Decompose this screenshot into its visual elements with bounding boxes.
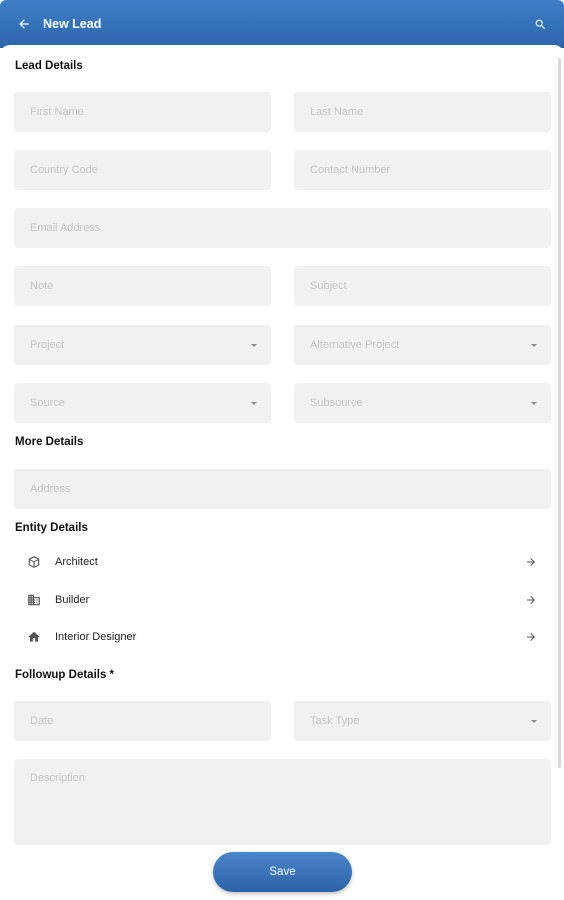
last-name-field[interactable]: Last Name xyxy=(294,92,551,132)
scrollbar[interactable] xyxy=(558,58,561,768)
source-placeholder: Source xyxy=(30,397,65,409)
chevron-down-icon xyxy=(251,402,257,405)
address-field[interactable]: Address xyxy=(14,469,551,509)
source-select[interactable]: Source xyxy=(14,383,271,423)
chevron-down-icon xyxy=(251,344,257,347)
task-type-select[interactable]: Task Type xyxy=(294,701,551,741)
description-field[interactable]: Description xyxy=(14,759,551,845)
entity-details-title: Entity Details xyxy=(15,522,88,534)
arrow-right-icon xyxy=(523,629,539,645)
date-field[interactable]: Date xyxy=(14,701,271,741)
followup-details-title: Followup Details * xyxy=(15,669,115,681)
search-icon xyxy=(535,19,545,29)
email-field[interactable]: Email Address xyxy=(14,208,551,248)
app-bar: New Lead xyxy=(0,0,564,48)
more-details-title: More Details xyxy=(15,436,84,448)
note-placeholder: Note xyxy=(30,280,54,292)
entity-row-architect[interactable]: Architect xyxy=(14,547,551,577)
project-select[interactable]: Project xyxy=(14,325,271,365)
save-button[interactable]: Save xyxy=(213,852,352,892)
back-button[interactable] xyxy=(14,14,34,34)
description-placeholder: Description xyxy=(30,772,86,784)
chevron-down-icon xyxy=(531,344,537,347)
last-name-placeholder: Last Name xyxy=(310,106,364,118)
task-type-placeholder: Task Type xyxy=(310,715,360,727)
subsource-placeholder: Subsource xyxy=(310,397,363,409)
date-placeholder: Date xyxy=(30,715,54,727)
alternative-project-placeholder: Alternative Project xyxy=(310,339,400,351)
email-placeholder: Email Address xyxy=(30,222,101,234)
contact-number-placeholder: Contact Number xyxy=(310,164,391,176)
arrow-right-icon xyxy=(523,554,539,570)
cube-icon xyxy=(26,554,42,570)
country-code-placeholder: Country Code xyxy=(30,164,98,176)
subsource-select[interactable]: Subsource xyxy=(294,383,551,423)
country-code-field[interactable]: Country Code xyxy=(14,150,271,190)
subject-field[interactable]: Subject xyxy=(294,266,551,306)
entity-row-interior-designer[interactable]: Interior Designer xyxy=(14,622,551,652)
subject-placeholder: Subject xyxy=(310,280,347,292)
contact-number-field[interactable]: Contact Number xyxy=(294,150,551,190)
entity-row-builder[interactable]: Builder xyxy=(14,585,551,615)
first-name-placeholder: First Name xyxy=(30,106,84,118)
entity-label-interior-designer: Interior Designer xyxy=(55,631,137,643)
entity-label-builder: Builder xyxy=(55,594,90,606)
alternative-project-select[interactable]: Alternative Project xyxy=(294,325,551,365)
project-placeholder: Project xyxy=(30,339,65,351)
arrow-left-icon xyxy=(19,19,29,29)
page-title: New Lead xyxy=(43,17,102,31)
search-button[interactable] xyxy=(530,14,550,34)
arrow-right-icon xyxy=(523,592,539,608)
address-placeholder: Address xyxy=(30,483,71,495)
note-field[interactable]: Note xyxy=(14,266,271,306)
home-icon xyxy=(26,629,42,645)
chevron-down-icon xyxy=(531,720,537,723)
lead-details-title: Lead Details xyxy=(15,60,83,72)
entity-label-architect: Architect xyxy=(55,556,98,568)
first-name-field[interactable]: First Name xyxy=(14,92,271,132)
chevron-down-icon xyxy=(531,402,537,405)
building-icon xyxy=(26,592,42,608)
